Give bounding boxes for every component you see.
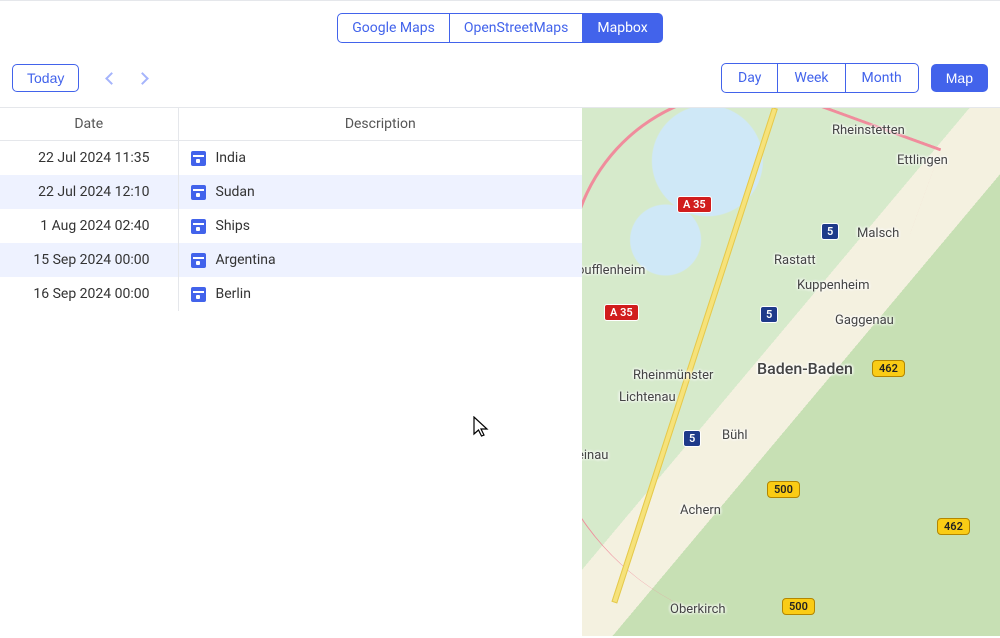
map-city-label: Lichtenau xyxy=(619,390,676,405)
view-tabs: DayWeekMonth xyxy=(721,63,919,93)
calendar-icon xyxy=(191,287,206,302)
map-city-label: Rastatt xyxy=(774,253,816,268)
row-date: 1 Aug 2024 02:40 xyxy=(0,209,178,243)
map-city-label: Malsch xyxy=(857,226,899,241)
events-table-wrap: Date Description 22 Jul 2024 11:35India2… xyxy=(0,108,582,636)
prev-arrow-icon[interactable] xyxy=(105,72,118,85)
row-date: 22 Jul 2024 12:10 xyxy=(0,175,178,209)
map-city-label: Achern xyxy=(680,503,721,518)
map-highway-shield: 462 xyxy=(937,518,970,535)
events-tbody: 22 Jul 2024 11:35 India 22 Jul 2024 12:10 S… xyxy=(0,141,582,312)
calendar-icon xyxy=(191,185,206,200)
row-description-text: India xyxy=(216,150,246,166)
today-button[interactable]: Today xyxy=(12,64,79,92)
row-description: Ships xyxy=(178,209,582,243)
map-city-label: Baden-Baden xyxy=(757,359,853,378)
row-description-text: Sudan xyxy=(216,184,255,200)
map-button[interactable]: Map xyxy=(931,64,988,92)
provider-tab-mapbox[interactable]: Mapbox xyxy=(582,13,662,43)
view-tab-day[interactable]: Day xyxy=(721,63,778,93)
map-highway-shield: A 35 xyxy=(677,196,712,213)
map-highway-shield: 5 xyxy=(683,430,701,447)
map-panel[interactable]: Rheinstetten Ettlingen Malsch Rastatt Kuppen… xyxy=(582,108,1000,636)
table-row[interactable]: 15 Sep 2024 00:00 Argentina xyxy=(0,243,582,277)
map-city-label: Ettlingen xyxy=(897,153,948,168)
calendar-icon xyxy=(191,151,206,166)
calendar-icon xyxy=(191,219,206,234)
calendar-icon xyxy=(191,253,206,268)
row-description-text: Berlin xyxy=(216,286,251,302)
map-city-label: Rheinmünster xyxy=(633,368,713,383)
table-row[interactable]: 22 Jul 2024 12:10 Sudan xyxy=(0,175,582,209)
sub-toolbar: Today DayWeekMonth Map xyxy=(0,53,1000,108)
view-tab-week[interactable]: Week xyxy=(777,63,845,93)
row-description: Argentina xyxy=(178,243,582,277)
content-area: Date Description 22 Jul 2024 11:35India2… xyxy=(0,108,1000,636)
map-highway-shield: 500 xyxy=(767,481,800,498)
table-row[interactable]: 16 Sep 2024 00:00 Berlin xyxy=(0,277,582,311)
row-date: 22 Jul 2024 11:35 xyxy=(0,141,178,176)
events-table: Date Description 22 Jul 2024 11:35India2… xyxy=(0,108,582,311)
provider-tab-google-maps[interactable]: Google Maps xyxy=(337,13,450,43)
col-header-description[interactable]: Description xyxy=(178,108,582,141)
map-city-label: Rheinstetten xyxy=(832,123,905,138)
table-row[interactable]: 1 Aug 2024 02:40 Ships xyxy=(0,209,582,243)
map-city-label: Bühl xyxy=(722,428,748,443)
highway-line xyxy=(611,108,777,603)
date-nav xyxy=(107,74,147,83)
map-highway-shield: 500 xyxy=(782,598,815,615)
view-tab-month[interactable]: Month xyxy=(845,63,919,93)
row-date: 15 Sep 2024 00:00 xyxy=(0,243,178,277)
col-header-date[interactable]: Date xyxy=(0,108,178,141)
row-date: 16 Sep 2024 00:00 xyxy=(0,277,178,311)
map-canvas[interactable]: Rheinstetten Ettlingen Malsch Rastatt Kuppen… xyxy=(582,108,1000,636)
map-city-label: Oberkirch xyxy=(670,602,726,617)
row-description: Sudan xyxy=(178,175,582,209)
map-city-label: Gaggenau xyxy=(835,313,894,328)
map-city-label: einau xyxy=(582,448,608,463)
map-city-label: Kuppenheim xyxy=(797,278,869,293)
row-description-text: Argentina xyxy=(216,252,276,268)
map-highway-shield: 5 xyxy=(760,306,778,323)
row-description: Berlin xyxy=(178,277,582,311)
map-highway-shield: A 35 xyxy=(604,304,639,321)
next-arrow-icon[interactable] xyxy=(136,72,149,85)
row-description-text: Ships xyxy=(216,218,251,234)
map-city-label: oufflenheim xyxy=(582,263,645,278)
map-highway-shield: 462 xyxy=(872,360,905,377)
table-row[interactable]: 22 Jul 2024 11:35 India xyxy=(0,141,582,176)
map-highway-shield: 5 xyxy=(821,223,839,240)
provider-tab-openstreetmaps[interactable]: OpenStreetMaps xyxy=(449,13,584,43)
map-provider-tabs: Google MapsOpenStreetMapsMapbox xyxy=(0,1,1000,53)
row-description: India xyxy=(178,141,582,176)
